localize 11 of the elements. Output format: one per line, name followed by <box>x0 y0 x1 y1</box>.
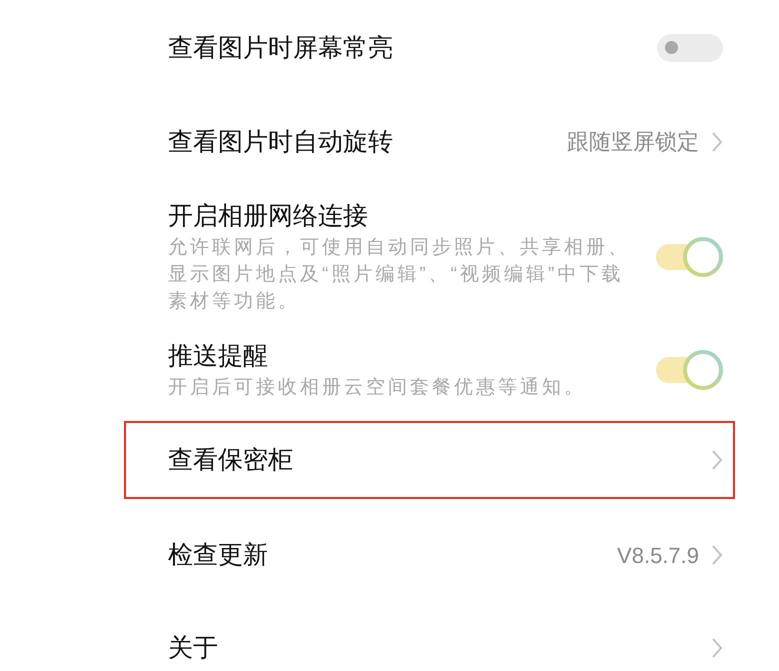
setting-title: 推送提醒 <box>168 341 269 372</box>
setting-title: 检查更新 <box>168 540 269 571</box>
setting-title: 开启相册网络连接 <box>168 200 369 232</box>
setting-title: 查看图片时自动旋转 <box>168 126 394 158</box>
setting-description: 开启后可接收相册云空间套餐优惠等通知。 <box>168 376 587 400</box>
setting-value: V8.5.7.9 <box>617 542 699 570</box>
setting-title: 关于 <box>168 633 219 664</box>
setting-title: 查看保密柜 <box>168 445 294 476</box>
setting-description: 允许联网后，可使用自动同步照片、共享相册、显示图片地点及“照片编辑”、“视频编辑”中下载素材等功能。 <box>168 236 631 314</box>
setting-title: 查看图片时屏幕常亮 <box>168 32 394 64</box>
setting-value: 跟随竖屏锁定 <box>567 128 699 156</box>
